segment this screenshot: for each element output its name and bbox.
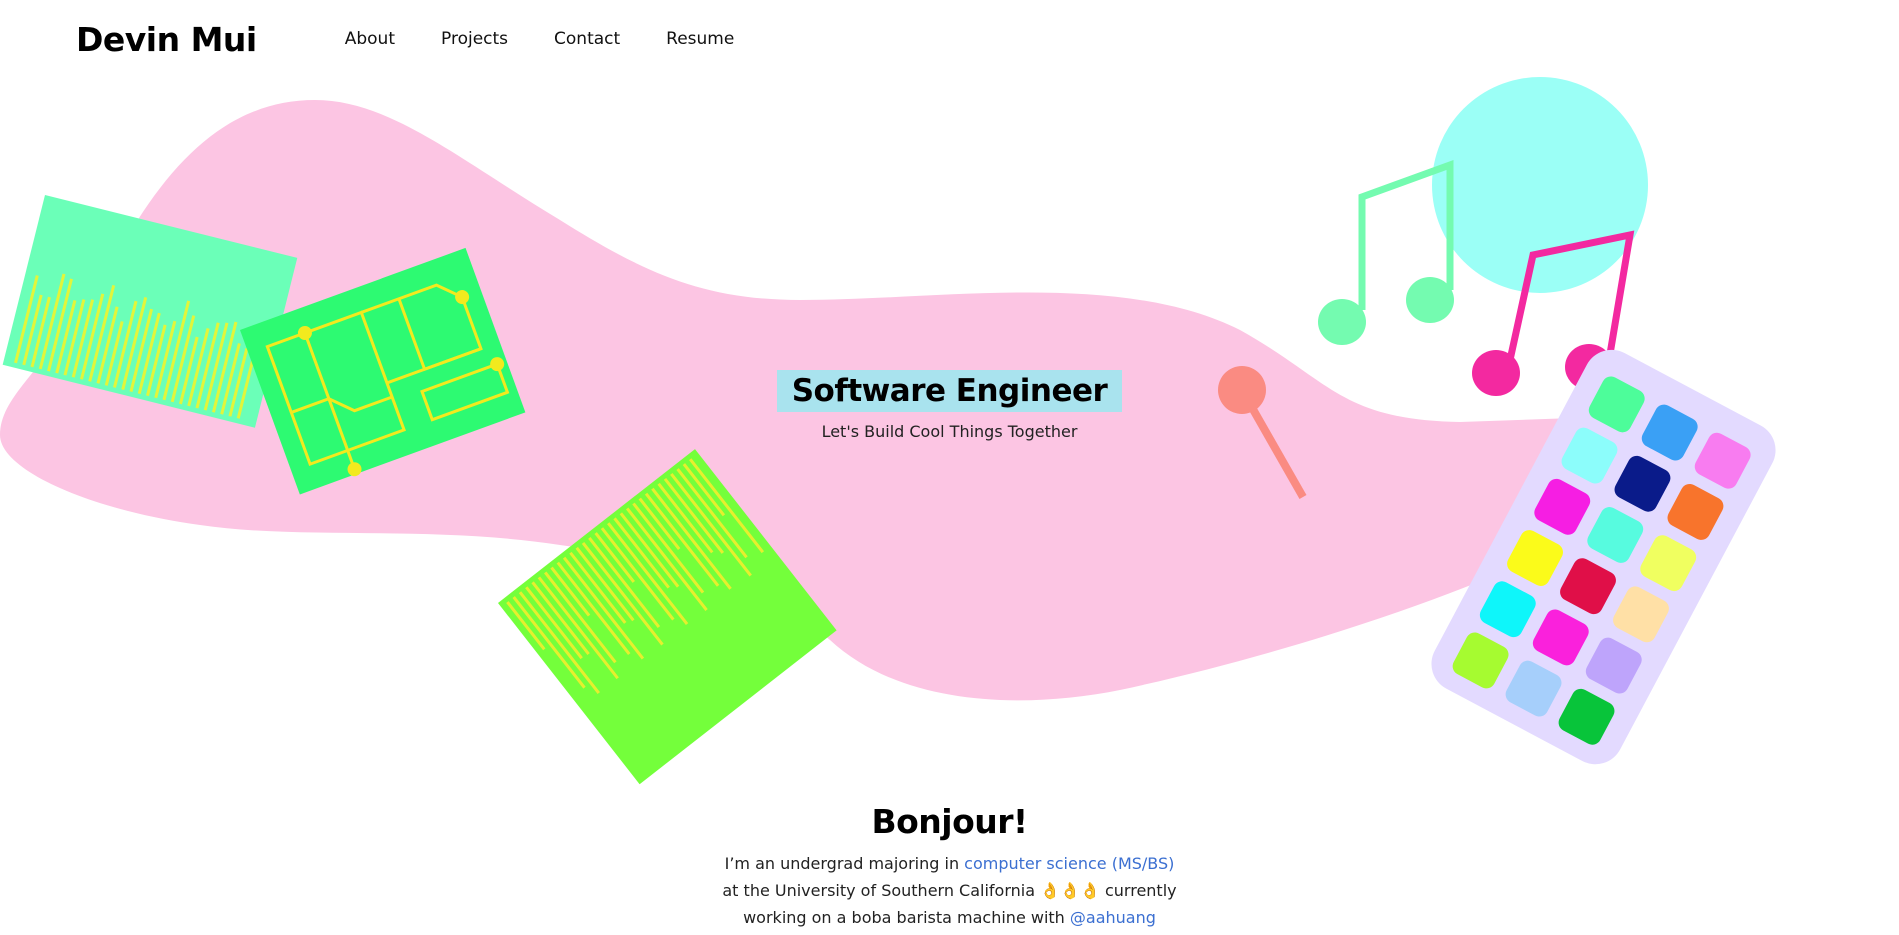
intro-paragraph: I’m an undergrad majoring in computer sc… [715,850,1185,931]
intro-heading: Bonjour! [871,802,1028,841]
ok-hand-emoji: 👌👌👌 [1040,881,1100,900]
nav-about[interactable]: About [345,29,395,49]
handle-link[interactable]: @aahuang [1070,908,1156,927]
cyan-circle [1432,77,1648,293]
nav-projects[interactable]: Projects [441,29,508,49]
hero-text: Software Engineer Let's Build Cool Thing… [0,370,1899,441]
top-nav: Devin Mui About Projects Contact Resume [76,14,780,64]
hero-title: Software Engineer [776,370,1123,412]
intro-text-2: at the University of Southern California [722,881,1041,900]
hero-illustration [0,77,1776,785]
hero-subtitle: Let's Build Cool Things Together [821,422,1078,441]
intro-section: Bonjour! I’m an undergrad majoring in co… [0,802,1899,931]
nav-contact[interactable]: Contact [554,29,620,49]
intro-text-1: I’m an undergrad majoring in [724,854,965,873]
nav-resume[interactable]: Resume [666,29,734,49]
brand-logo[interactable]: Devin Mui [76,20,257,59]
major-link[interactable]: computer science (MS/BS) [964,854,1174,873]
